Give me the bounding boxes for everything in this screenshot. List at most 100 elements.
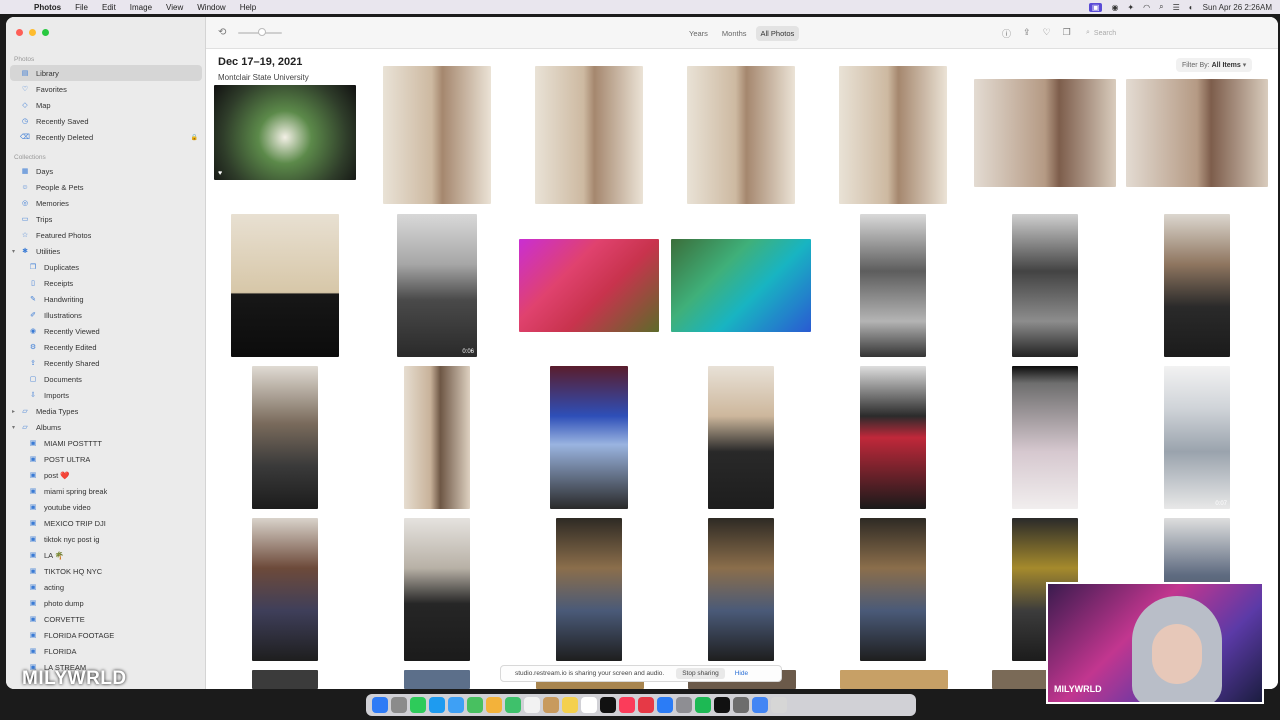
chevron-right-icon[interactable]: ▸ bbox=[12, 408, 15, 415]
rotate-icon[interactable]: ⟲ bbox=[218, 27, 226, 38]
mail-icon[interactable] bbox=[448, 697, 464, 713]
chrome-icon[interactable] bbox=[752, 697, 768, 713]
maps-icon[interactable] bbox=[467, 697, 483, 713]
app-icon[interactable] bbox=[733, 697, 749, 713]
album-item[interactable]: ▣ FLORIDA bbox=[6, 643, 206, 659]
video-thumbnail[interactable] bbox=[252, 366, 318, 509]
sidebar-item-memories[interactable]: ◎ Memories bbox=[6, 195, 206, 211]
video-thumbnail[interactable] bbox=[860, 518, 926, 661]
sidebar-item-recently-shared[interactable]: ⇪ Recently Shared bbox=[6, 355, 206, 371]
close-window-button[interactable] bbox=[16, 29, 23, 36]
photo-thumbnail[interactable] bbox=[535, 66, 643, 204]
sidebar-item-documents[interactable]: ▢ Documents bbox=[6, 371, 206, 387]
spotify-icon[interactable] bbox=[695, 697, 711, 713]
video-thumbnail[interactable] bbox=[404, 670, 470, 689]
menubar-clock[interactable]: Sun Apr 26 2:26AM bbox=[1203, 3, 1272, 12]
heart-icon[interactable]: ♡ bbox=[1043, 27, 1051, 40]
sidebar-item-duplicates[interactable]: ❐ Duplicates bbox=[6, 259, 206, 275]
search-icon[interactable]: ⌕ bbox=[1159, 2, 1163, 12]
info-icon[interactable]: ⓘ bbox=[1002, 27, 1011, 40]
album-item[interactable]: ▣ post ❤️ bbox=[6, 467, 206, 483]
stop-sharing-button[interactable]: Stop sharing bbox=[676, 668, 725, 679]
album-item[interactable]: ▣ TIKTOK HQ NYC bbox=[6, 563, 206, 579]
sidebar-item-albums[interactable]: ▾ ▱ Albums bbox=[6, 419, 206, 435]
chevron-down-icon[interactable]: ▾ bbox=[12, 424, 15, 431]
photo-thumbnail[interactable] bbox=[231, 214, 339, 357]
tab-years[interactable]: Years bbox=[684, 26, 713, 41]
album-item[interactable]: ▣ acting bbox=[6, 579, 206, 595]
trash-icon[interactable] bbox=[771, 697, 787, 713]
sidebar-item-utilities[interactable]: ▾ ✱ Utilities bbox=[6, 243, 206, 259]
safari-icon[interactable] bbox=[429, 697, 445, 713]
sidebar-item-library[interactable]: ▤ Library bbox=[10, 65, 202, 81]
video-thumbnail[interactable] bbox=[860, 214, 926, 357]
sidebar-item-recently-edited[interactable]: ⚙ Recently Edited bbox=[6, 339, 206, 355]
sparkle-icon[interactable]: ✦ bbox=[1127, 3, 1134, 12]
photo-thumbnail[interactable] bbox=[974, 79, 1116, 187]
video-thumbnail[interactable] bbox=[556, 518, 622, 661]
photo-thumbnail[interactable] bbox=[550, 366, 628, 509]
video-thumbnail[interactable] bbox=[252, 670, 318, 689]
photo-thumbnail[interactable] bbox=[671, 239, 811, 332]
finder-icon[interactable] bbox=[372, 697, 388, 713]
menu-view[interactable]: View bbox=[166, 3, 183, 12]
video-thumbnail[interactable]: 0:07 bbox=[1164, 366, 1230, 509]
menu-window[interactable]: Window bbox=[197, 3, 225, 12]
video-thumbnail[interactable] bbox=[1012, 366, 1078, 509]
photo-thumbnail[interactable] bbox=[839, 66, 947, 204]
sidebar-item-people-pets[interactable]: ☺ People & Pets bbox=[6, 179, 206, 195]
video-thumbnail[interactable] bbox=[860, 366, 926, 509]
capcut-icon[interactable] bbox=[714, 697, 730, 713]
filter-dropdown[interactable]: Filter By: All Items ▾ bbox=[1176, 58, 1253, 72]
calendar-icon[interactable] bbox=[524, 697, 540, 713]
search-field[interactable]: ⌕ Search bbox=[1086, 26, 1206, 40]
menu-edit[interactable]: Edit bbox=[102, 3, 116, 12]
copy-icon[interactable]: ❐ bbox=[1063, 27, 1071, 40]
facetime-icon[interactable] bbox=[505, 697, 521, 713]
menu-help[interactable]: Help bbox=[240, 3, 256, 12]
video-thumbnail[interactable]: 0:06 bbox=[397, 214, 477, 357]
video-thumbnail[interactable] bbox=[252, 518, 318, 661]
photo-thumbnail[interactable] bbox=[992, 670, 1052, 689]
sidebar-item-recently-saved[interactable]: ◷ Recently Saved bbox=[6, 113, 206, 129]
messages-icon[interactable] bbox=[410, 697, 426, 713]
screen-share-icon[interactable]: ▣ bbox=[1088, 2, 1103, 12]
menu-app-photos[interactable]: Photos bbox=[34, 3, 61, 12]
album-item[interactable]: ▣ FLORIDA FOOTAGE bbox=[6, 627, 206, 643]
sidebar-item-handwriting[interactable]: ✎ Handwriting bbox=[6, 291, 206, 307]
photo-thumbnail[interactable] bbox=[687, 66, 795, 204]
sidebar-item-recently-deleted[interactable]: ⌫ Recently Deleted 🔒 bbox=[6, 129, 206, 145]
photo-thumbnail[interactable] bbox=[1126, 79, 1268, 187]
zoom-window-button[interactable] bbox=[42, 29, 49, 36]
user-icon[interactable]: ◐ bbox=[1189, 3, 1194, 12]
menu-file[interactable]: File bbox=[75, 3, 88, 12]
share-icon[interactable]: ⇪ bbox=[1023, 27, 1031, 40]
album-item[interactable]: ▣ LA 🌴 bbox=[6, 547, 206, 563]
video-thumbnail[interactable] bbox=[1012, 214, 1078, 357]
sidebar-item-receipts[interactable]: ▯ Receipts bbox=[6, 275, 206, 291]
video-thumbnail[interactable] bbox=[404, 366, 470, 509]
sidebar-item-map[interactable]: ◇ Map bbox=[6, 97, 206, 113]
wifi-icon[interactable]: ◠ bbox=[1143, 3, 1150, 12]
sidebar-item-imports[interactable]: ⇩ Imports bbox=[6, 387, 206, 403]
sidebar-item-featured-photos[interactable]: ☆ Featured Photos bbox=[6, 227, 206, 243]
contacts-icon[interactable] bbox=[543, 697, 559, 713]
album-item[interactable]: ▣ youtube video bbox=[6, 499, 206, 515]
album-item[interactable]: ▣ tiktok nyc post ig bbox=[6, 531, 206, 547]
tv-icon[interactable] bbox=[600, 697, 616, 713]
photo-thumbnail[interactable] bbox=[519, 239, 659, 332]
photo-thumbnail[interactable] bbox=[840, 670, 948, 689]
menu-image[interactable]: Image bbox=[130, 3, 152, 12]
chevron-down-icon[interactable]: ▾ bbox=[12, 248, 15, 255]
minimize-window-button[interactable] bbox=[29, 29, 36, 36]
control-center-icon[interactable]: ☰ bbox=[1173, 3, 1180, 12]
video-thumbnail[interactable] bbox=[708, 366, 774, 509]
album-item[interactable]: ▣ MEXICO TRIP DJI bbox=[6, 515, 206, 531]
sidebar-item-days[interactable]: ▦ Days bbox=[6, 163, 206, 179]
sidebar-item-media-types[interactable]: ▸ ▱ Media Types bbox=[6, 403, 206, 419]
reminders-icon[interactable] bbox=[581, 697, 597, 713]
album-item[interactable]: ▣ photo dump bbox=[6, 595, 206, 611]
album-item[interactable]: ▣ POST ULTRA bbox=[6, 451, 206, 467]
sidebar-item-recently-viewed[interactable]: ◉ Recently Viewed bbox=[6, 323, 206, 339]
record-icon[interactable]: ◉ bbox=[1111, 3, 1118, 12]
